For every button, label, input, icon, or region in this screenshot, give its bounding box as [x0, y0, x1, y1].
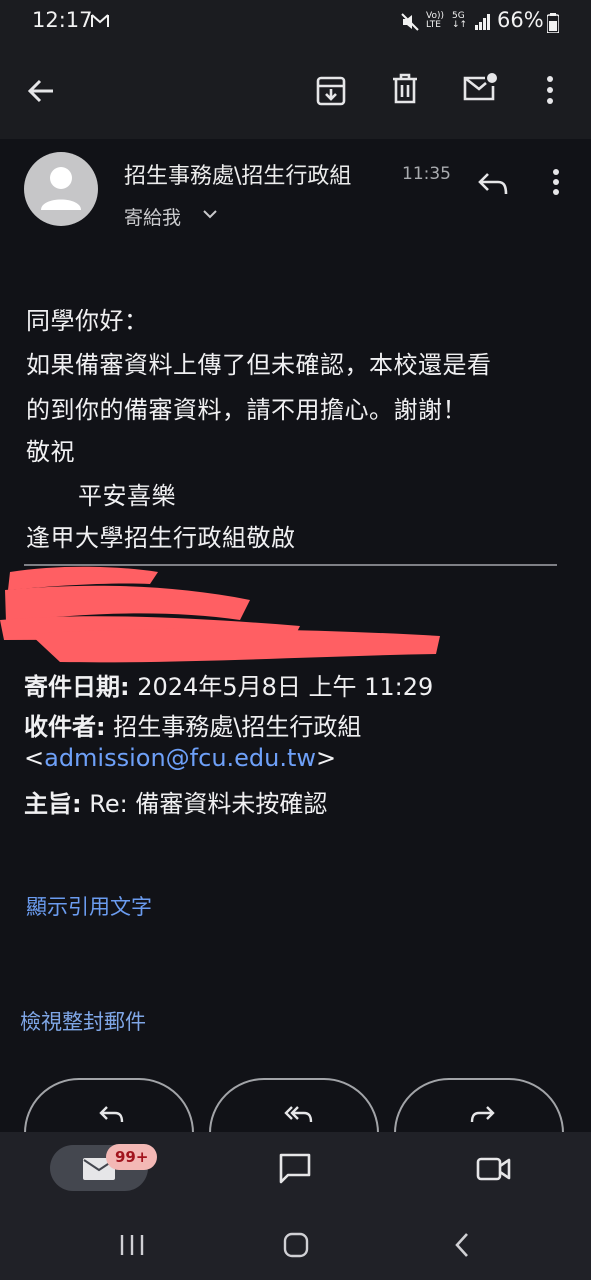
- closing-line: 敬祝: [26, 438, 75, 466]
- home-icon[interactable]: [282, 1230, 310, 1260]
- body-line-1: 如果備審資料上傳了但未確認，本校還是看: [26, 351, 492, 379]
- reply-all-icon: [284, 1106, 313, 1123]
- delete-icon[interactable]: [390, 72, 420, 106]
- recipient-summary[interactable]: 寄給我: [124, 203, 181, 230]
- quoted-date-value: 2024年5月8日 上午 11:29: [137, 673, 434, 701]
- sent-time: 11:35: [402, 164, 451, 184]
- person-icon: [41, 167, 81, 210]
- archive-icon[interactable]: [314, 74, 348, 108]
- sender-avatar[interactable]: [24, 152, 98, 226]
- unread-count-badge: 99+: [106, 1144, 158, 1170]
- reply-icon: [99, 1106, 124, 1123]
- email-bracket-open: <: [24, 744, 45, 772]
- signature-line: 逢甲大學招生行政組敬啟: [26, 524, 296, 552]
- quoted-date: 寄件日期: 2024年5月8日 上午 11:29: [24, 667, 433, 702]
- quoted-subject-value: Re: 備審資料未按確認: [89, 790, 328, 818]
- body-line-2: 的到你的備審資料，請不用擔心。謝謝！: [26, 396, 467, 424]
- mark-unread-icon[interactable]: [462, 72, 498, 104]
- quoted-subject: 主旨: Re: 備審資料未按確認: [24, 784, 327, 819]
- message-more-icon[interactable]: [548, 168, 564, 198]
- chevron-down-icon[interactable]: [202, 208, 218, 220]
- status-bar: 12:17 Vo)) LTE 5G ↓↑ 66%: [0, 0, 591, 44]
- quoted-recipient: 收件者: 招生事務處\招生行政組: [24, 707, 361, 742]
- top-app-bar: [0, 44, 591, 139]
- sender-name[interactable]: 招生事務處\招生行政組: [124, 158, 351, 190]
- volte-bottom: LTE: [426, 20, 441, 30]
- quoted-date-label: 寄件日期:: [24, 673, 130, 701]
- status-time: 12:17: [32, 8, 93, 32]
- forward-icon: [470, 1106, 495, 1123]
- quoted-recipient-email: <admission@fcu.edu.tw>: [24, 744, 336, 772]
- show-quoted-text-link[interactable]: 顯示引用文字: [26, 891, 152, 921]
- back-nav-icon[interactable]: [452, 1232, 472, 1258]
- redaction-scribble: [0, 566, 440, 663]
- recipient-email-link[interactable]: admission@fcu.edu.tw: [44, 744, 316, 772]
- battery-icon: [547, 13, 559, 33]
- fiveg-bottom: ↓↑: [452, 20, 468, 30]
- email-bracket-close: >: [316, 744, 337, 772]
- more-vertical-icon[interactable]: [542, 74, 558, 106]
- signal-icon: [475, 14, 490, 30]
- quoted-subject-label: 主旨:: [24, 790, 82, 818]
- mute-icon: [401, 13, 419, 31]
- back-arrow-icon[interactable]: [26, 76, 56, 106]
- wish-line: 平安喜樂: [78, 482, 176, 510]
- gmail-notification-icon: [91, 14, 109, 27]
- nav-chat-icon[interactable]: [278, 1152, 312, 1184]
- reply-icon[interactable]: [476, 170, 510, 198]
- nav-video-icon[interactable]: [476, 1156, 512, 1182]
- greeting-line: 同學你好：: [26, 307, 149, 335]
- quoted-to-label: 收件者:: [24, 713, 106, 741]
- quoted-to-name: 招生事務處\招生行政組: [113, 713, 362, 741]
- battery-percent: 66%: [497, 8, 544, 32]
- view-entire-message-link[interactable]: 檢視整封郵件: [20, 1006, 146, 1036]
- volte-indicator: Vo)) LTE: [426, 12, 444, 30]
- fiveg-indicator: 5G ↓↑: [452, 12, 467, 30]
- recent-apps-icon[interactable]: [118, 1232, 146, 1258]
